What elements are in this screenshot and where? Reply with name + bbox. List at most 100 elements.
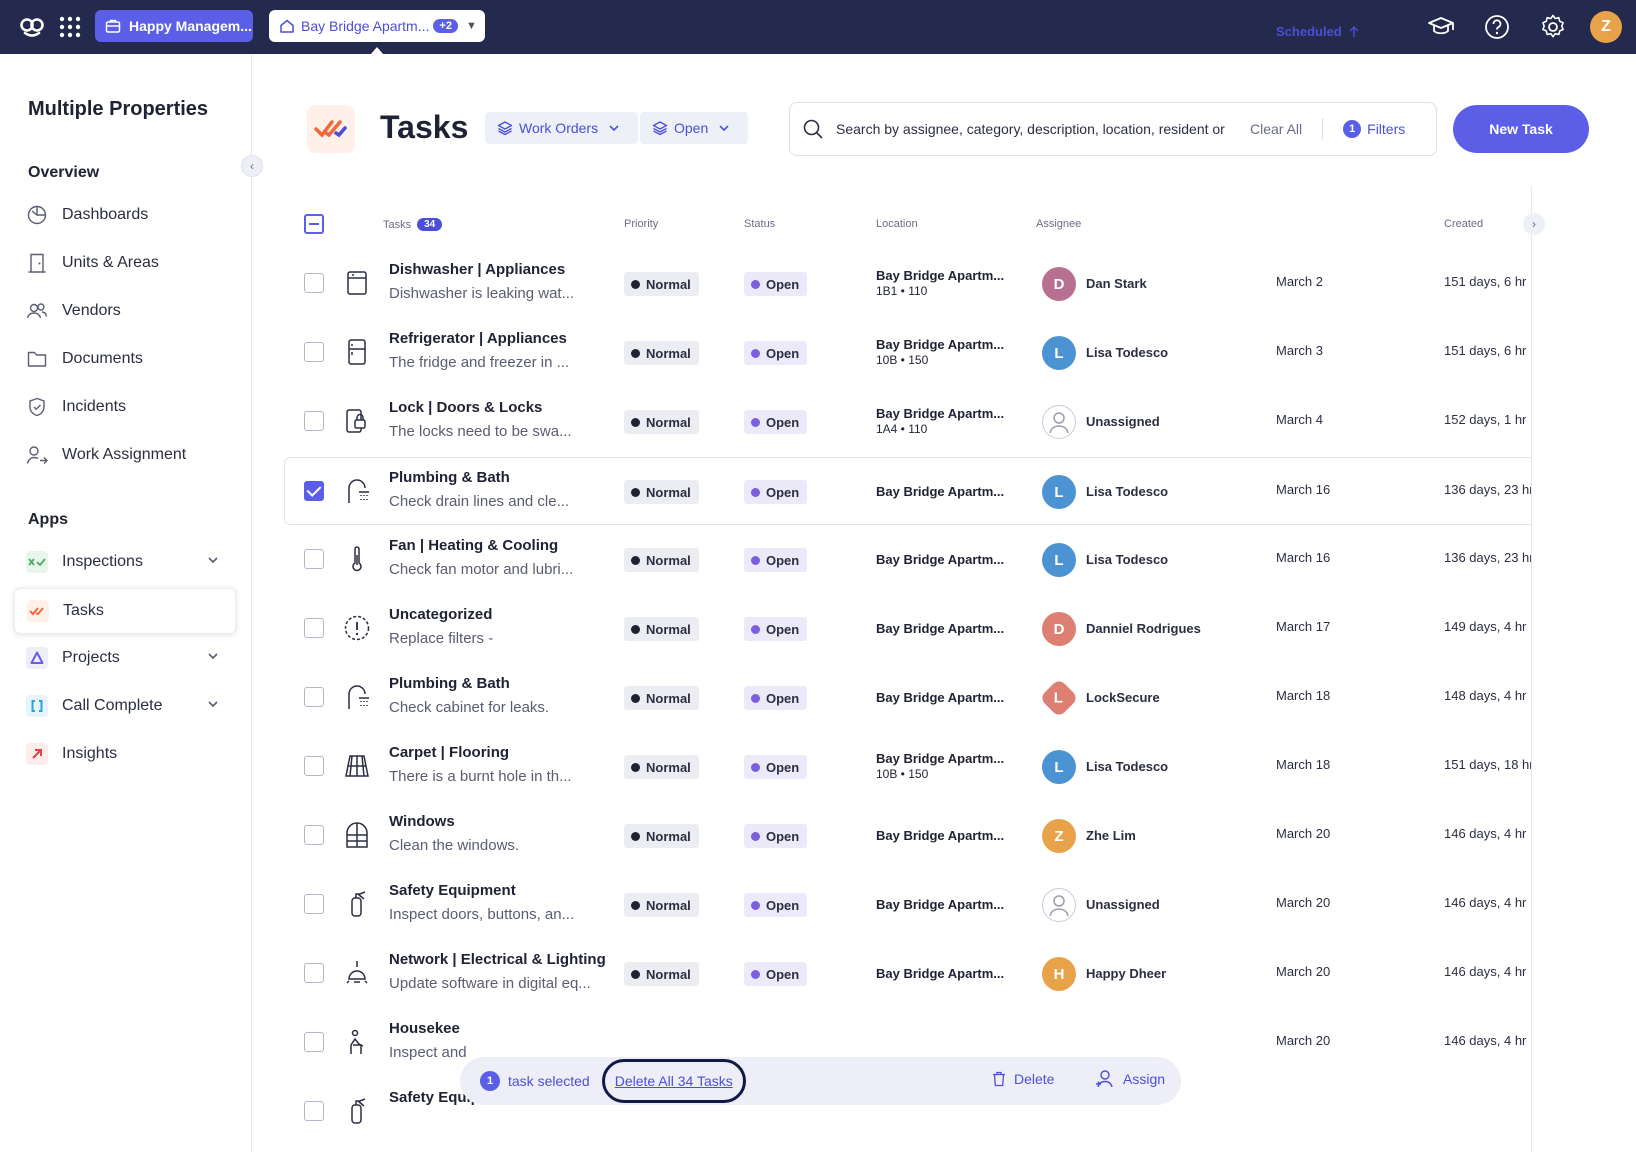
table-row[interactable]: Refrigerator | Appliances The fridge and …: [285, 319, 1531, 387]
sidebar-item-documents[interactable]: Documents: [14, 336, 236, 382]
row-checkbox[interactable]: [304, 963, 324, 983]
task-title[interactable]: Refrigerator | Appliances: [389, 330, 567, 347]
scroll-columns-right-button[interactable]: ›: [1523, 213, 1545, 235]
assignee-name[interactable]: Danniel Rodrigues: [1086, 621, 1201, 636]
select-all-checkbox[interactable]: [304, 214, 324, 234]
row-checkbox[interactable]: [304, 756, 324, 776]
task-title[interactable]: Uncategorized: [389, 606, 492, 623]
sidebar-collapse-button[interactable]: ‹: [241, 155, 263, 177]
graduation-cap-icon[interactable]: [1426, 12, 1456, 42]
row-checkbox[interactable]: [304, 273, 324, 293]
table-row[interactable]: Windows Clean the windows. Normal Open Bay B…: [285, 802, 1531, 870]
location-cell: Bay Bridge Apartm...: [876, 828, 1004, 843]
task-title[interactable]: Windows: [389, 813, 455, 830]
status-label: Open: [766, 828, 800, 844]
clear-all-button[interactable]: Clear All: [1250, 121, 1302, 137]
assignee-name[interactable]: Unassigned: [1086, 897, 1160, 912]
task-title[interactable]: Fan | Heating & Cooling: [389, 537, 558, 554]
sidebar-item-units-areas[interactable]: Units & Areas: [14, 240, 236, 286]
priority-dot: [631, 487, 640, 497]
assignee-name[interactable]: Lisa Todesco: [1086, 345, 1168, 360]
task-title[interactable]: Lock | Doors & Locks: [389, 399, 542, 416]
home-icon: [280, 19, 294, 33]
new-task-button[interactable]: New Task: [1453, 105, 1589, 153]
row-checkbox[interactable]: [304, 549, 324, 569]
priority-label: Normal: [646, 897, 691, 913]
priority-badge: Normal: [624, 755, 699, 779]
assignee-name[interactable]: Lisa Todesco: [1086, 552, 1168, 567]
sidebar-item-incidents[interactable]: Incidents: [14, 384, 236, 430]
task-title[interactable]: Safety Equipment: [389, 882, 516, 899]
apps-grid-icon[interactable]: [58, 15, 82, 39]
table-row[interactable]: Safety Equipment Inspect doors, buttons, …: [285, 871, 1531, 939]
chevron-down-icon[interactable]: [206, 649, 220, 663]
app-logo-icon[interactable]: [18, 13, 46, 41]
assignee-name[interactable]: Happy Dheer: [1086, 966, 1166, 981]
sidebar-item-inspections[interactable]: Inspections: [14, 539, 236, 585]
filters-button[interactable]: 1 Filters: [1343, 120, 1405, 138]
assignee-avatar: D: [1042, 612, 1076, 646]
assignee-name[interactable]: Unassigned: [1086, 414, 1160, 429]
assignee-name[interactable]: Lisa Todesco: [1086, 484, 1168, 499]
sidebar-item-insights[interactable]: Insights: [14, 731, 236, 777]
table-row[interactable]: Carpet | Flooring There is a burnt hole i…: [285, 733, 1534, 801]
chevron-down-icon[interactable]: [206, 697, 220, 711]
column-header-priority[interactable]: Priority: [624, 218, 658, 230]
row-checkbox[interactable]: [304, 825, 324, 845]
help-icon[interactable]: [1482, 12, 1512, 42]
assign-button[interactable]: Assign: [1095, 1069, 1165, 1089]
sidebar-item-vendors[interactable]: Vendors: [14, 288, 236, 334]
assignee-name[interactable]: LockSecure: [1086, 690, 1160, 705]
column-header-tasks[interactable]: Tasks 34: [383, 218, 443, 231]
task-title[interactable]: Plumbing & Bath: [389, 675, 510, 692]
task-title[interactable]: Carpet | Flooring: [389, 744, 509, 761]
column-header-location[interactable]: Location: [876, 218, 918, 230]
table-row[interactable]: Lock | Doors & Locks The locks need to be…: [285, 388, 1531, 456]
task-title[interactable]: Dishwasher | Appliances: [389, 261, 565, 278]
assignee-name[interactable]: Dan Stark: [1086, 276, 1147, 291]
task-title[interactable]: Housekee: [389, 1020, 460, 1037]
row-checkbox[interactable]: [304, 618, 324, 638]
column-header-created[interactable]: Created: [1444, 218, 1483, 230]
table-row[interactable]: Dishwasher | Appliances Dishwasher is lea…: [285, 250, 1531, 318]
table-row[interactable]: Plumbing & Bath Check drain lines and cle…: [284, 457, 1614, 525]
table-row[interactable]: Fan | Heating & Cooling Check fan motor a…: [285, 526, 1534, 594]
assignee-name[interactable]: Zhe Lim: [1086, 828, 1136, 843]
column-header-assignee[interactable]: Assignee: [1036, 218, 1081, 230]
column-header-status[interactable]: Status: [744, 218, 775, 230]
task-title[interactable]: Network | Electrical & Lighting: [389, 951, 606, 968]
status-filter-dropdown[interactable]: Open: [640, 112, 749, 144]
row-checkbox[interactable]: [304, 342, 324, 362]
property-selector[interactable]: Bay Bridge Apartm... +2 ▼: [269, 10, 485, 42]
row-checkbox[interactable]: [304, 1032, 324, 1052]
page-title: Tasks: [380, 109, 469, 145]
sidebar-item-call-complete[interactable]: Call Complete: [14, 683, 236, 729]
location-cell: Bay Bridge Apartm... 10B • 150: [876, 337, 1004, 367]
sidebar-item-projects[interactable]: Projects: [14, 635, 236, 681]
table-row[interactable]: Uncategorized Replace filters - Normal Open…: [285, 595, 1531, 663]
task-description: There is a burnt hole in th...: [389, 768, 572, 785]
assignee-name[interactable]: Lisa Todesco: [1086, 759, 1168, 774]
search-input[interactable]: Search by assignee, category, descriptio…: [836, 121, 1226, 137]
status-dot: [751, 969, 760, 979]
row-checkbox[interactable]: [304, 411, 324, 431]
lock-icon: [346, 409, 366, 433]
sidebar-item-dashboards[interactable]: Dashboards: [14, 192, 236, 238]
organization-selector[interactable]: Happy Managem...: [95, 10, 253, 42]
row-checkbox[interactable]: [304, 481, 324, 501]
table-row[interactable]: Network | Electrical & Lighting Update so…: [285, 940, 1531, 1008]
column-header-scheduled[interactable]: Scheduled: [1276, 24, 1361, 39]
table-row[interactable]: Plumbing & Bath Check cabinet for leaks. N…: [285, 664, 1531, 732]
user-avatar[interactable]: Z: [1590, 11, 1622, 43]
settings-gear-icon[interactable]: [1538, 12, 1568, 42]
row-checkbox[interactable]: [304, 894, 324, 914]
work-orders-filter-dropdown[interactable]: Work Orders: [485, 112, 639, 144]
sidebar-item-tasks[interactable]: Tasks: [14, 588, 236, 634]
delete-button[interactable]: Delete: [992, 1071, 1054, 1087]
row-checkbox[interactable]: [304, 1101, 324, 1121]
task-title[interactable]: Plumbing & Bath: [389, 469, 510, 486]
chevron-down-icon[interactable]: [206, 553, 220, 567]
row-checkbox[interactable]: [304, 687, 324, 707]
delete-all-tasks-link[interactable]: Delete All 34 Tasks: [601, 1059, 746, 1103]
sidebar-item-work-assignment[interactable]: Work Assignment: [14, 432, 236, 478]
